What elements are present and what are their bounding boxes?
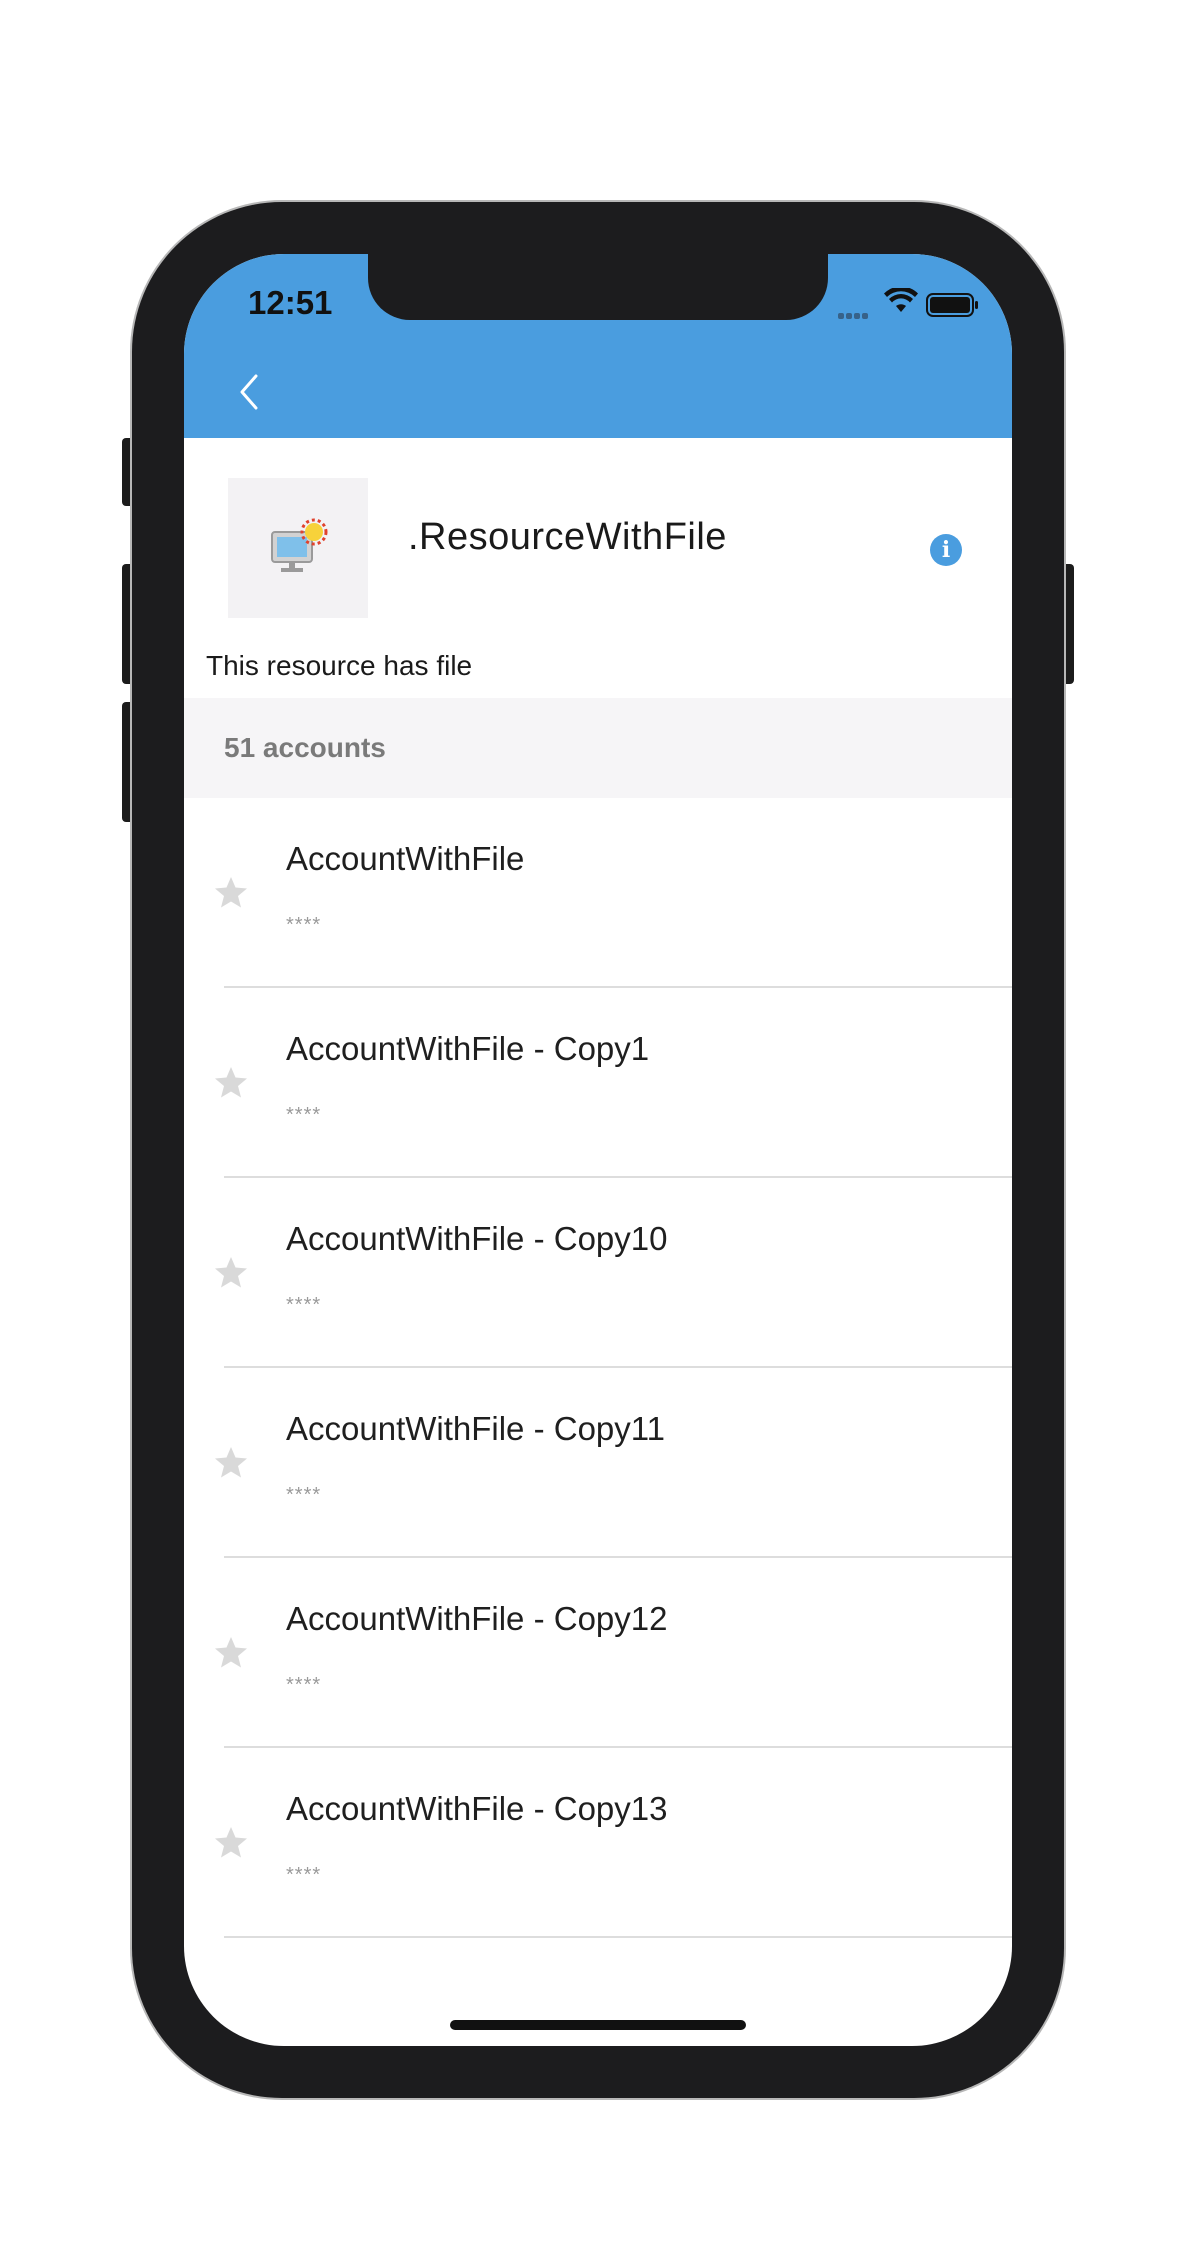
accounts-count: 51 accounts [224,732,386,763]
account-password: **** [286,1104,322,1126]
account-row[interactable]: AccountWithFile - Copy12 **** [184,1558,1012,1748]
account-password: **** [286,1484,322,1506]
star-icon[interactable] [214,1066,248,1098]
notch [368,254,828,320]
accounts-list: AccountWithFile **** AccountWithFile - C… [184,798,1012,1938]
nav-bar: 12:51 [184,254,1012,438]
account-password: **** [286,1294,322,1316]
cellular-signal-icon [838,306,870,324]
info-icon[interactable]: i [930,534,962,566]
account-row[interactable]: AccountWithFile - Copy11 **** [184,1368,1012,1558]
accounts-section-header: 51 accounts [184,698,1012,798]
account-name: AccountWithFile - Copy10 [286,1220,668,1257]
account-name: AccountWithFile - Copy13 [286,1790,668,1827]
resource-icon-tile [228,478,368,618]
account-name: AccountWithFile - Copy12 [286,1600,668,1637]
battery-icon [926,293,978,317]
row-divider [224,1936,1012,1938]
account-password: **** [286,914,322,936]
wifi-icon [884,288,918,312]
account-name: AccountWithFile [286,840,525,877]
resource-title: .ResourceWithFile [408,516,727,558]
account-name: AccountWithFile - Copy11 [286,1410,666,1447]
resource-description: This resource has file [206,650,473,681]
status-time: 12:51 [248,284,333,321]
star-icon[interactable] [214,876,248,908]
star-icon[interactable] [214,1256,248,1288]
account-row[interactable]: AccountWithFile - Copy10 **** [184,1178,1012,1368]
computer-with-sun-icon [271,518,328,572]
account-row[interactable]: AccountWithFile - Copy1 **** [184,988,1012,1178]
chevron-left-icon[interactable] [230,372,270,412]
account-row[interactable]: AccountWithFile - Copy13 **** [184,1748,1012,1938]
star-icon[interactable] [214,1446,248,1478]
account-password: **** [286,1674,322,1696]
account-password: **** [286,1864,322,1886]
account-name: AccountWithFile - Copy1 [286,1030,650,1067]
star-icon[interactable] [214,1826,248,1858]
app-screen: 12:51 .ResourceWithFile i This resource … [184,254,1012,2046]
account-row[interactable]: AccountWithFile **** [184,798,1012,988]
home-indicator[interactable] [450,2020,746,2030]
star-icon[interactable] [214,1636,248,1668]
